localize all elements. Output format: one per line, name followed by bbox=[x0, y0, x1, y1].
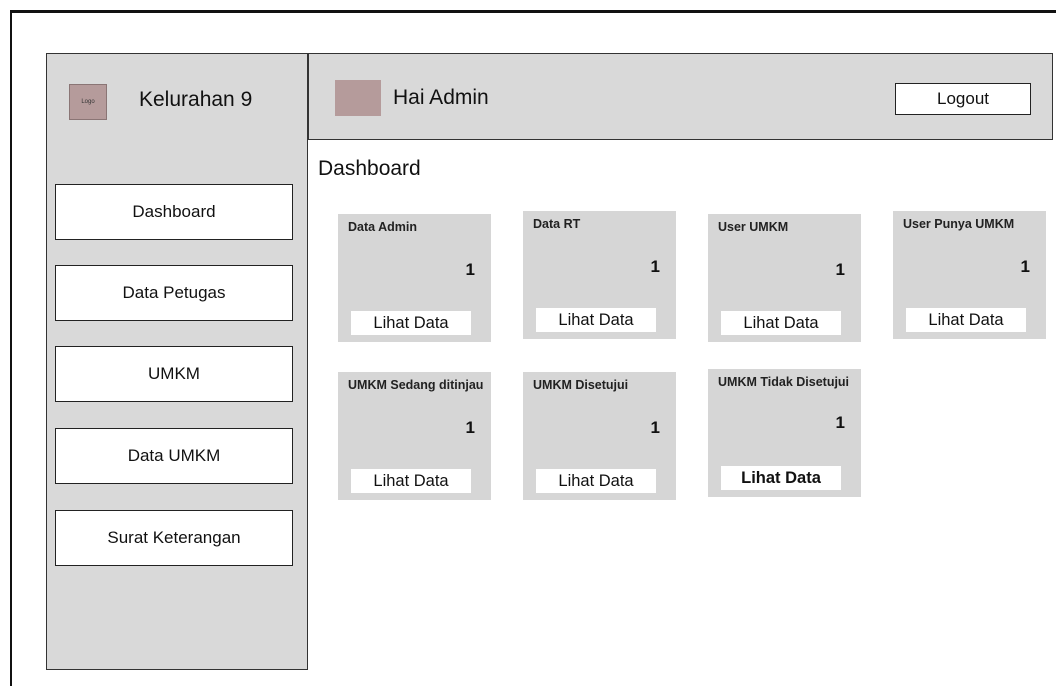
card-title: UMKM Sedang ditinjau bbox=[348, 378, 484, 392]
stat-card-data-admin: Data Admin 1 Lihat Data bbox=[338, 214, 491, 342]
sidebar-item-dashboard[interactable]: Dashboard bbox=[55, 184, 293, 240]
card-value: 1 bbox=[650, 418, 660, 437]
view-data-button[interactable]: Lihat Data bbox=[721, 311, 841, 335]
view-data-button[interactable]: Lihat Data bbox=[906, 308, 1026, 332]
view-data-button[interactable]: Lihat Data bbox=[536, 308, 656, 332]
card-title: UMKM Disetujui bbox=[533, 378, 629, 392]
page-title: Dashboard bbox=[318, 157, 421, 180]
greeting-text: Hai Admin bbox=[393, 86, 489, 109]
logo: Logo bbox=[69, 84, 107, 120]
sidebar-item-umkm[interactable]: UMKM bbox=[55, 346, 293, 402]
sidebar: Logo Kelurahan 9 Dashboard Data Petugas … bbox=[46, 53, 308, 670]
card-title: UMKM Tidak Disetujui bbox=[718, 375, 850, 389]
view-data-button[interactable]: Lihat Data bbox=[721, 466, 841, 490]
card-value: 1 bbox=[835, 413, 845, 432]
sidebar-item-surat-keterangan[interactable]: Surat Keterangan bbox=[55, 510, 293, 566]
card-title: User UMKM bbox=[718, 220, 789, 234]
stat-card-umkm-sedang-ditinjau: UMKM Sedang ditinjau 1 Lihat Data bbox=[338, 372, 491, 500]
card-value: 1 bbox=[465, 260, 475, 279]
card-title: Data RT bbox=[533, 217, 581, 231]
sidebar-item-data-umkm[interactable]: Data UMKM bbox=[55, 428, 293, 484]
card-value: 1 bbox=[1020, 257, 1030, 276]
stat-card-user-umkm: User UMKM 1 Lihat Data bbox=[708, 214, 861, 342]
logout-button[interactable]: Logout bbox=[895, 83, 1031, 115]
avatar bbox=[335, 80, 381, 116]
card-title: User Punya UMKM bbox=[903, 217, 1015, 231]
card-value: 1 bbox=[835, 260, 845, 279]
sidebar-item-data-petugas[interactable]: Data Petugas bbox=[55, 265, 293, 321]
view-data-button[interactable]: Lihat Data bbox=[536, 469, 656, 493]
view-data-button[interactable]: Lihat Data bbox=[351, 469, 471, 493]
view-data-button[interactable]: Lihat Data bbox=[351, 311, 471, 335]
stat-card-umkm-disetujui: UMKM Disetujui 1 Lihat Data bbox=[523, 372, 676, 500]
stat-card-umkm-tidak-disetujui: UMKM Tidak Disetujui 1 Lihat Data bbox=[708, 369, 861, 497]
card-value: 1 bbox=[465, 418, 475, 437]
header-bar: Hai Admin Logout bbox=[308, 53, 1053, 140]
stat-card-user-punya-umkm: User Punya UMKM 1 Lihat Data bbox=[893, 211, 1046, 339]
brand-name: Kelurahan 9 bbox=[139, 88, 253, 111]
stat-card-data-rt: Data RT 1 Lihat Data bbox=[523, 211, 676, 339]
card-value: 1 bbox=[650, 257, 660, 276]
card-title: Data Admin bbox=[348, 220, 417, 234]
